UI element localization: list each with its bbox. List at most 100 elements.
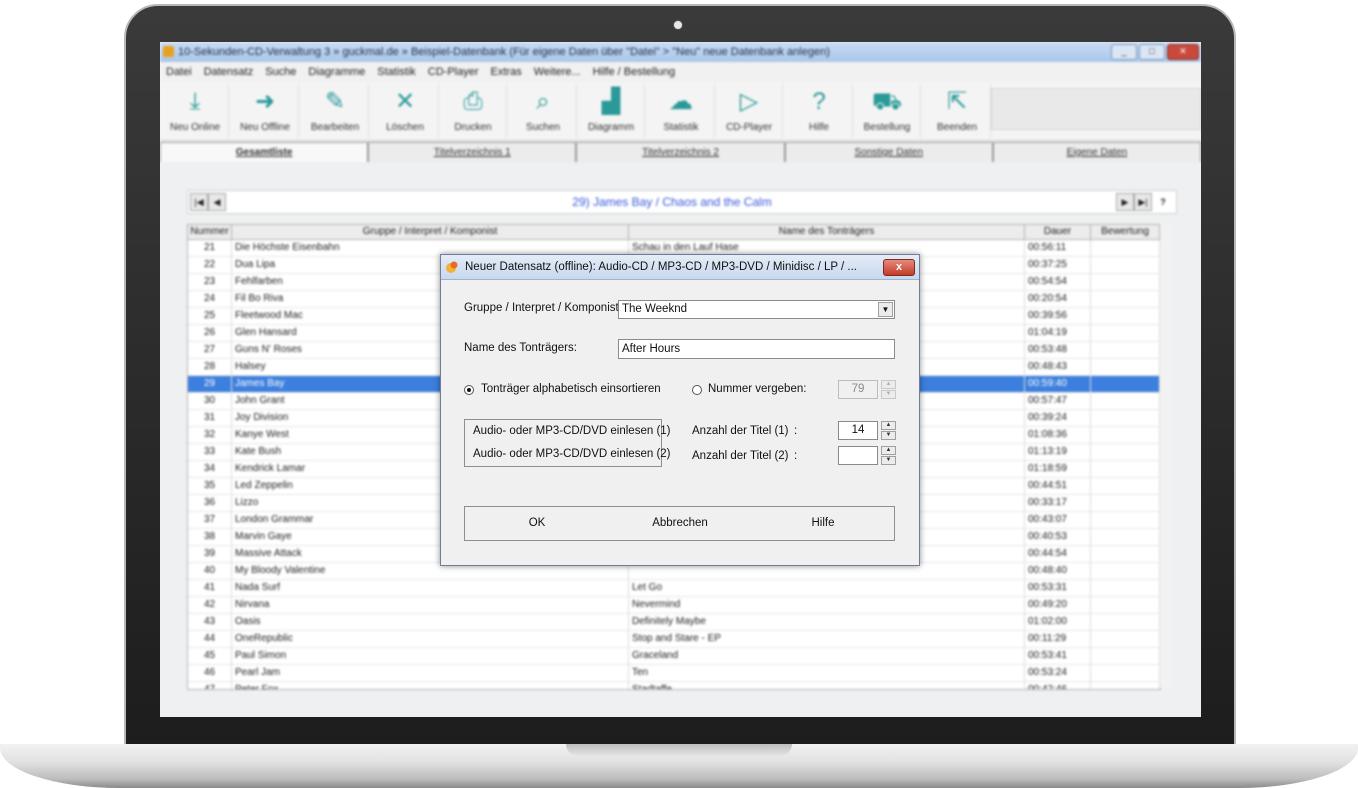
tracks1-up-icon[interactable]: ▲ xyxy=(881,421,896,430)
tab[interactable]: Sonstige Daten xyxy=(784,142,993,162)
artist-combobox[interactable]: The Weeknd ▼ xyxy=(618,300,895,319)
album-input[interactable]: After Hours xyxy=(618,339,895,359)
table-row[interactable]: 45 Paul Simon Graceland 00:53:41 xyxy=(188,648,1160,665)
toolbar-button[interactable]: ⌕ Suchen xyxy=(510,84,577,138)
table-cell: 00:11:29 xyxy=(1025,631,1091,647)
tracks1-stepper[interactable]: 14 xyxy=(838,421,878,440)
tab[interactable]: Eigene Daten xyxy=(992,142,1201,162)
table-cell xyxy=(1091,597,1160,613)
prev-record-icon[interactable]: ◀ xyxy=(208,193,226,211)
table-cell: 00:56:11 xyxy=(1025,240,1091,256)
table-cell xyxy=(1091,325,1160,341)
table-cell: 29 xyxy=(188,376,232,392)
table-cell: Nada Surf xyxy=(232,580,629,596)
first-record-icon[interactable]: |◀ xyxy=(190,193,208,211)
minimize-button[interactable]: _ xyxy=(1111,44,1137,60)
menu-item[interactable]: Extras xyxy=(485,62,528,82)
radio-assign-number[interactable] xyxy=(692,385,702,395)
toolbar-button[interactable]: ✎ Bearbeiten xyxy=(302,84,369,138)
table-row[interactable]: 47 Peter Fox Stadtaffe 00:42:46 xyxy=(188,682,1160,689)
toolbar-button[interactable]: ⤓ Neu Online xyxy=(162,84,229,138)
pencil-icon: ✎ xyxy=(324,88,346,115)
table-cell: 37 xyxy=(188,512,232,528)
radio-assign-number-label: Nummer vergeben: xyxy=(708,383,807,395)
menu-item[interactable]: Suche xyxy=(259,62,302,82)
table-scrollbar[interactable] xyxy=(1160,224,1172,688)
table-row[interactable]: 44 OneRepublic Stop and Stare - EP 00:11:29 xyxy=(188,631,1160,648)
toolbar-button[interactable]: ☁ Statistik xyxy=(648,84,715,138)
table-cell: 00:39:24 xyxy=(1025,410,1091,426)
table-cell xyxy=(1091,631,1160,647)
column-header[interactable]: Name des Tonträgers xyxy=(629,225,1025,239)
toolbar-button[interactable]: ➜ Neu Offline xyxy=(232,84,299,138)
tracks2-up-icon[interactable]: ▲ xyxy=(881,446,896,455)
toolbar-button[interactable]: ⇱ Beenden xyxy=(924,84,991,138)
tab[interactable]: Titelverzeichnis 2 xyxy=(576,142,785,162)
toolbar-button[interactable]: ✕ Löschen xyxy=(372,84,439,138)
table-cell: Graceland xyxy=(629,648,1025,664)
cancel-button[interactable]: Abbrechen xyxy=(608,507,752,540)
record-navigator: |◀ ◀ 29) James Bay / Chaos and the Calm … xyxy=(187,190,1177,214)
chevron-down-icon[interactable]: ▼ xyxy=(878,302,893,317)
table-cell: 00:44:54 xyxy=(1025,546,1091,562)
last-record-icon[interactable]: ▶| xyxy=(1134,193,1152,211)
play-circle-icon: ▷ xyxy=(739,88,759,115)
next-record-icon[interactable]: ▶ xyxy=(1116,193,1134,211)
tracks2-stepper[interactable] xyxy=(838,446,878,465)
help-button[interactable]: Hilfe xyxy=(751,507,895,540)
table-cell xyxy=(1091,682,1160,689)
table-cell: 31 xyxy=(188,410,232,426)
table-row[interactable]: 46 Pearl Jam Ten 00:53:24 xyxy=(188,665,1160,682)
radio-alphabetical[interactable] xyxy=(464,385,474,395)
column-header[interactable]: Bewertung xyxy=(1091,225,1160,239)
table-row[interactable]: 43 Oasis Definitely Maybe 01:02:00 xyxy=(188,614,1160,631)
column-header[interactable]: Nummer xyxy=(188,225,232,239)
table-cell: 00:40:53 xyxy=(1025,529,1091,545)
menu-item[interactable]: Hilfe / Bestellung xyxy=(587,62,682,82)
number-down-icon[interactable]: ▼ xyxy=(881,390,896,399)
toolbar-button[interactable]: ? Hilfe xyxy=(786,84,853,138)
tab[interactable]: Titelverzeichnis 1 xyxy=(368,142,577,162)
toolbar-button[interactable]: ⎙ Drucken xyxy=(440,84,507,138)
table-cell: 00:48:43 xyxy=(1025,359,1091,375)
ok-button[interactable]: OK xyxy=(465,507,609,540)
tracks2-down-icon[interactable]: ▼ xyxy=(881,456,896,465)
menu-item[interactable]: Diagramme xyxy=(302,62,371,82)
table-cell: 41 xyxy=(188,580,232,596)
table-cell: 47 xyxy=(188,682,232,689)
number-stepper[interactable]: 79 xyxy=(838,380,878,399)
column-header[interactable]: Gruppe / Interpret / Komponist xyxy=(232,225,629,239)
toolbar-button[interactable]: ▷ CD-Player xyxy=(716,84,783,138)
dialog-close-button[interactable]: x xyxy=(883,259,915,276)
table-cell: 00:59:40 xyxy=(1025,376,1091,392)
read-disc-button-2[interactable]: Audio- oder MP3-CD/DVD einlesen (2) xyxy=(473,448,671,460)
help-question-icon[interactable]: ? xyxy=(1154,193,1172,211)
table-row[interactable]: 42 Nirvana Nevermind 00:49:20 xyxy=(188,597,1160,614)
table-cell: Pearl Jam xyxy=(232,665,629,681)
camera-icon xyxy=(673,20,683,30)
maximize-button[interactable]: □ xyxy=(1139,44,1165,60)
close-window-button[interactable]: ✕ xyxy=(1167,44,1199,60)
menu-item[interactable]: Datei xyxy=(160,62,198,82)
menu-item[interactable]: Datensatz xyxy=(198,62,260,82)
number-up-icon[interactable]: ▲ xyxy=(881,380,896,389)
toolbar-button[interactable]: ⛟ Bestellung xyxy=(854,84,921,138)
tab[interactable]: Gesamtliste xyxy=(160,142,369,162)
toolbar-button-label: Löschen xyxy=(386,122,424,133)
table-cell: Nirvana xyxy=(232,597,629,613)
menu-item[interactable]: Weitere... xyxy=(528,62,587,82)
table-cell: 21 xyxy=(188,240,232,256)
table-cell: 00:33:17 xyxy=(1025,495,1091,511)
table-cell xyxy=(1091,291,1160,307)
column-header[interactable]: Dauer xyxy=(1025,225,1091,239)
menu-item[interactable]: CD-Player xyxy=(422,62,485,82)
table-cell: Let Go xyxy=(629,580,1025,596)
new-record-dialog: Neuer Datensatz (offline): Audio-CD / MP… xyxy=(440,254,920,566)
download-circle-icon: ⤓ xyxy=(189,88,201,115)
toolbar-button-label: Bestellung xyxy=(863,122,911,133)
table-row[interactable]: 41 Nada Surf Let Go 00:53:31 xyxy=(188,580,1160,597)
tracks1-down-icon[interactable]: ▼ xyxy=(881,431,896,440)
menu-item[interactable]: Statistik xyxy=(371,62,422,82)
toolbar-button[interactable]: ▟ Diagramm xyxy=(578,84,645,138)
read-disc-button-1[interactable]: Audio- oder MP3-CD/DVD einlesen (1) xyxy=(473,425,671,437)
